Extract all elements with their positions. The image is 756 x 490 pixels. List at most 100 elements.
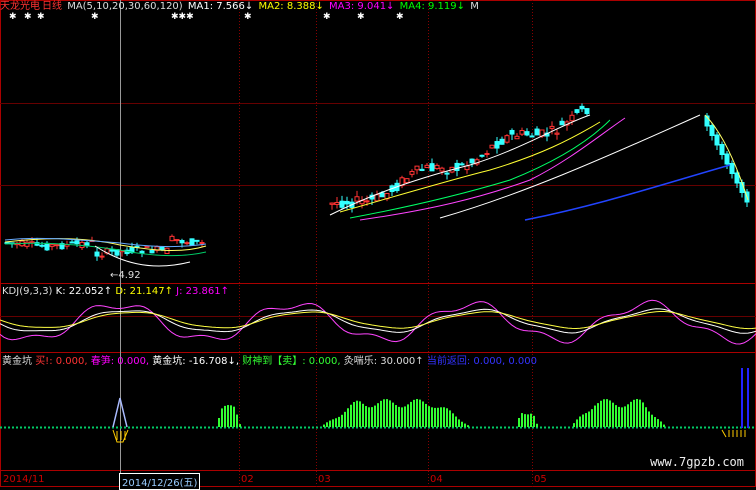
histogram-bar xyxy=(407,404,409,427)
candle-body xyxy=(354,196,360,202)
candle-body xyxy=(144,245,150,248)
xaxis-04: 04 xyxy=(430,474,443,485)
histogram-bar xyxy=(371,407,373,427)
histogram-bar xyxy=(437,407,439,427)
histogram-bar xyxy=(642,402,644,427)
histogram-bar xyxy=(221,408,223,427)
histogram-bar xyxy=(464,423,466,427)
histogram-bar xyxy=(392,402,394,427)
histogram-bar xyxy=(374,405,376,427)
histogram-bar xyxy=(654,417,656,427)
star-icon: ✱ xyxy=(91,12,99,22)
signal-stars: ✱ ✱ ✱ ✱ ✱✱✱ ✱ ✱ ✱ ✱ xyxy=(0,12,756,22)
histogram-bar xyxy=(533,415,535,427)
histogram-bar xyxy=(350,404,352,427)
candle-body xyxy=(419,168,425,172)
candlesticks xyxy=(4,103,750,261)
histogram-bar xyxy=(657,419,659,427)
histogram-bar xyxy=(419,399,421,427)
moving-averages xyxy=(4,114,749,267)
candle-body xyxy=(569,114,575,122)
histogram-bar xyxy=(356,400,358,427)
indicator-buy: 买!: 0.000, xyxy=(35,356,88,367)
kdj-d-value: D: 21.147↑ xyxy=(115,286,173,297)
histogram-bar xyxy=(630,401,632,427)
candle-body xyxy=(379,192,385,198)
stock-name[interactable]: 天龙光电 xyxy=(0,1,40,12)
histogram-bar xyxy=(458,419,460,427)
kdj-k-value: K: 22.052↑ xyxy=(55,286,113,297)
candle-body xyxy=(139,250,145,254)
candle-body xyxy=(724,153,730,165)
kdj-j-value: J: 23.861↑ xyxy=(176,286,230,297)
histogram-bar xyxy=(530,413,532,427)
histogram-bar xyxy=(455,416,457,427)
histogram-bar xyxy=(624,406,626,427)
candle-body xyxy=(334,201,340,205)
indicator-header: 黄金坑 买!: 0.000, 春笋: 0.000, 黄金坑: -16.708↓,… xyxy=(2,356,537,368)
candle-body xyxy=(149,249,155,254)
chart-canvas[interactable] xyxy=(0,0,756,487)
histogram-bar xyxy=(579,416,581,427)
histogram-bar xyxy=(326,422,328,427)
histogram-bar xyxy=(377,403,379,427)
ma3-value: MA3: 9.041↓ xyxy=(329,1,395,12)
histogram-bar xyxy=(338,416,340,427)
price-low-label: ←4.92 xyxy=(110,270,141,281)
indicator-fortune: 财神到【卖】: 0.000, xyxy=(242,356,341,367)
kdj-lines xyxy=(0,299,756,345)
candle-body xyxy=(94,251,100,257)
histogram-bar xyxy=(606,399,608,427)
histogram-bar xyxy=(353,402,355,427)
candle-body xyxy=(109,249,115,252)
candle-body xyxy=(409,171,415,175)
histogram-bar xyxy=(660,421,662,427)
histogram-bar xyxy=(362,403,364,427)
histogram-bar xyxy=(401,407,403,427)
candle-body xyxy=(179,239,185,244)
candle-body xyxy=(479,154,485,157)
candle-body xyxy=(364,200,370,203)
histogram-bar xyxy=(347,408,349,427)
indicator-extra: 当前返回: 0.000, 0.000 xyxy=(426,356,538,367)
histogram-bar xyxy=(425,403,427,427)
histogram-bar xyxy=(594,405,596,427)
candle-body xyxy=(469,158,475,164)
candle-body xyxy=(439,167,445,172)
histogram-bar xyxy=(323,424,325,427)
histogram-bar xyxy=(452,413,454,427)
candle-body xyxy=(174,239,180,242)
histogram-bar xyxy=(639,399,641,427)
histogram-bar xyxy=(230,405,232,427)
candle-body xyxy=(549,125,555,129)
indicator-name: 黄金坑 xyxy=(2,356,32,367)
histogram-bar xyxy=(428,406,430,427)
histogram-bar xyxy=(449,410,451,427)
histogram-bar xyxy=(422,401,424,427)
histogram-bar xyxy=(609,400,611,427)
histogram-bar xyxy=(648,411,650,427)
indicator-spring: 春笋: 0.000, xyxy=(90,356,150,367)
candle-body xyxy=(554,132,560,135)
candle-body xyxy=(559,120,565,126)
candle-body xyxy=(344,200,350,205)
histogram-bar xyxy=(218,417,220,427)
candle-body xyxy=(709,125,715,136)
histogram-bar xyxy=(395,405,397,427)
indicator-gold: 黄金坑: -16.708↓, xyxy=(152,356,240,367)
histogram-bar xyxy=(573,423,575,427)
star-icon: ✱✱✱ xyxy=(171,12,194,22)
histogram-bar xyxy=(585,413,587,427)
candle-body xyxy=(44,242,50,251)
candle-body xyxy=(579,105,585,110)
period-label[interactable]: 日线 xyxy=(42,1,62,12)
histogram-bar xyxy=(645,407,647,427)
candle-body xyxy=(159,246,165,251)
histogram-bar xyxy=(239,424,241,427)
candle-body xyxy=(519,130,525,135)
candle-body xyxy=(29,241,35,244)
histogram-bar xyxy=(431,407,433,427)
candle-body xyxy=(444,172,450,175)
candle-body xyxy=(484,153,490,156)
histogram-bar xyxy=(410,401,412,427)
